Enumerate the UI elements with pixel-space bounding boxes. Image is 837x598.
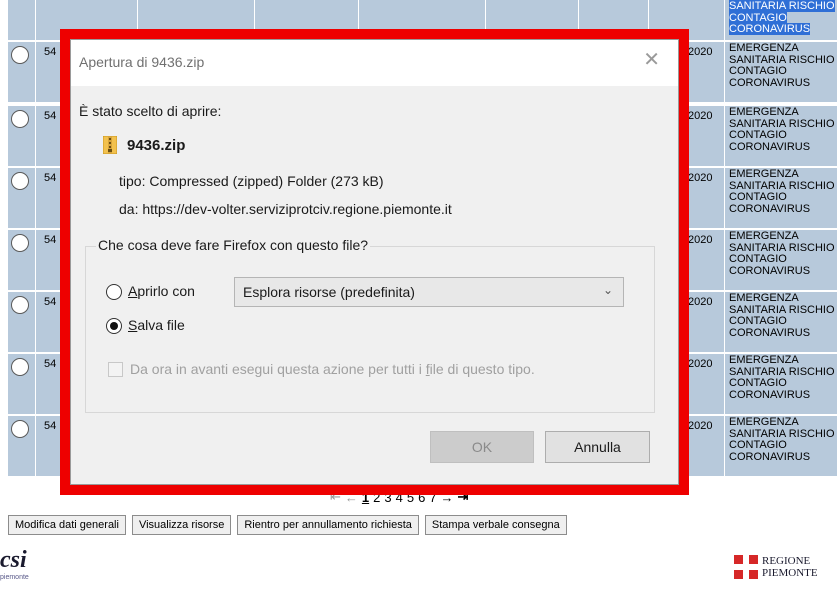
open-with-selected-value: Esplora risorse (predefinita) [243, 284, 415, 300]
row-description: EMERGENZA SANITARIA RISCHIO CONTAGIO CORONA… [729, 168, 835, 215]
csi-logo-subtitle: piemonte [0, 574, 29, 581]
download-dialog: Apertura di 9436.zip ✕ È stato scelto di… [70, 39, 679, 485]
row-description: EMERGENZA SANITARIA RISCHIO CONTAGIO CORONA… [729, 106, 835, 153]
action-question: Che cosa deve fare Firefox con questo fi… [96, 237, 371, 253]
row-description: EMERGENZA SANITARIA RISCHIO CONTAGIO CORONA… [729, 42, 835, 89]
row-select-radio[interactable] [11, 358, 29, 376]
visualizza-risorse-button[interactable]: Visualizza risorse [131, 515, 232, 535]
open-with-label[interactable]: Aprirlo con [128, 283, 195, 299]
row-select-radio[interactable] [11, 420, 29, 438]
page: SANITARIA RISCHIO CONTAGIO CORONAVIRUS 5… [0, 0, 837, 598]
action-bar: Modifica dati generali Visualizza risors… [8, 515, 567, 535]
row-description: EMERGENZA SANITARIA RISCHIO CONTAGIO CORONA… [729, 354, 835, 401]
row-year: 2020 [688, 46, 713, 58]
stampa-verbale-button[interactable]: Stampa verbale consegna [424, 515, 567, 535]
row-description: SANITARIA RISCHIO CONTAGIO CORONAVIRUS [729, 0, 835, 35]
file-source: da: https://dev-volter.serviziprotciv.re… [119, 201, 452, 217]
cancel-button[interactable]: Annulla [545, 431, 650, 463]
action-options-group: Che cosa deve fare Firefox con questo fi… [85, 237, 655, 413]
save-file-radio[interactable] [106, 318, 122, 334]
dialog-body: È stato scelto di aprire: 9436.zip tipo:… [71, 86, 678, 484]
row-year: 2020 [688, 420, 713, 432]
dialog-intro: È stato scelto di aprire: [79, 103, 222, 119]
row-description: EMERGENZA SANITARIA RISCHIO CONTAGIO CORONA… [729, 292, 835, 339]
row-id: 54 [44, 110, 57, 122]
row-id: 54 [44, 420, 57, 432]
row-description: EMERGENZA SANITARIA RISCHIO CONTAGIO CORONA… [729, 230, 835, 277]
open-with-select[interactable]: Esplora risorse (predefinita) ⌄ [234, 277, 624, 307]
row-year: 2020 [688, 234, 713, 246]
row-year: 2020 [688, 358, 713, 370]
save-file-label[interactable]: Salva file [128, 317, 185, 333]
regione-piemonte-logo: REGIONE PIEMONTE [734, 548, 830, 586]
row-select-radio[interactable] [11, 110, 29, 128]
zip-file-icon [103, 136, 117, 154]
file-name: 9436.zip [127, 137, 186, 154]
dialog-title: Apertura di 9436.zip [79, 54, 205, 70]
rientro-annullamento-button[interactable]: Rientro per annullamento richiesta [237, 515, 419, 535]
close-icon[interactable]: ✕ [643, 50, 660, 70]
modifica-dati-button[interactable]: Modifica dati generali [8, 515, 126, 535]
ok-button[interactable]: OK [430, 431, 534, 463]
open-with-radio[interactable] [106, 284, 122, 300]
row-description: EMERGENZA SANITARIA RISCHIO CONTAGIO CORONA… [729, 416, 835, 463]
row-id: 54 [44, 234, 57, 246]
row-select-radio[interactable] [11, 234, 29, 252]
remember-choice-checkbox[interactable] [108, 362, 123, 377]
regione-logo-line1: REGIONE [762, 555, 811, 567]
regione-logo-line2: PIEMONTE [762, 567, 818, 579]
row-select-radio[interactable] [11, 46, 29, 64]
remember-choice-label[interactable]: Da ora in avanti esegui questa azione pe… [130, 361, 535, 377]
row-id: 54 [44, 172, 57, 184]
row-year: 2020 [688, 172, 713, 184]
row-id: 54 [44, 358, 57, 370]
row-id: 54 [44, 296, 57, 308]
row-id: 54 [44, 46, 57, 58]
row-select-radio[interactable] [11, 172, 29, 190]
row-year: 2020 [688, 296, 713, 308]
csi-logo: csi [0, 547, 27, 573]
row-select-radio[interactable] [11, 296, 29, 314]
regione-flag-icon [734, 555, 758, 579]
file-type: tipo: Compressed (zipped) Folder (273 kB… [119, 173, 384, 189]
chevron-down-icon: ⌄ [602, 283, 613, 297]
row-year: 2020 [688, 110, 713, 122]
